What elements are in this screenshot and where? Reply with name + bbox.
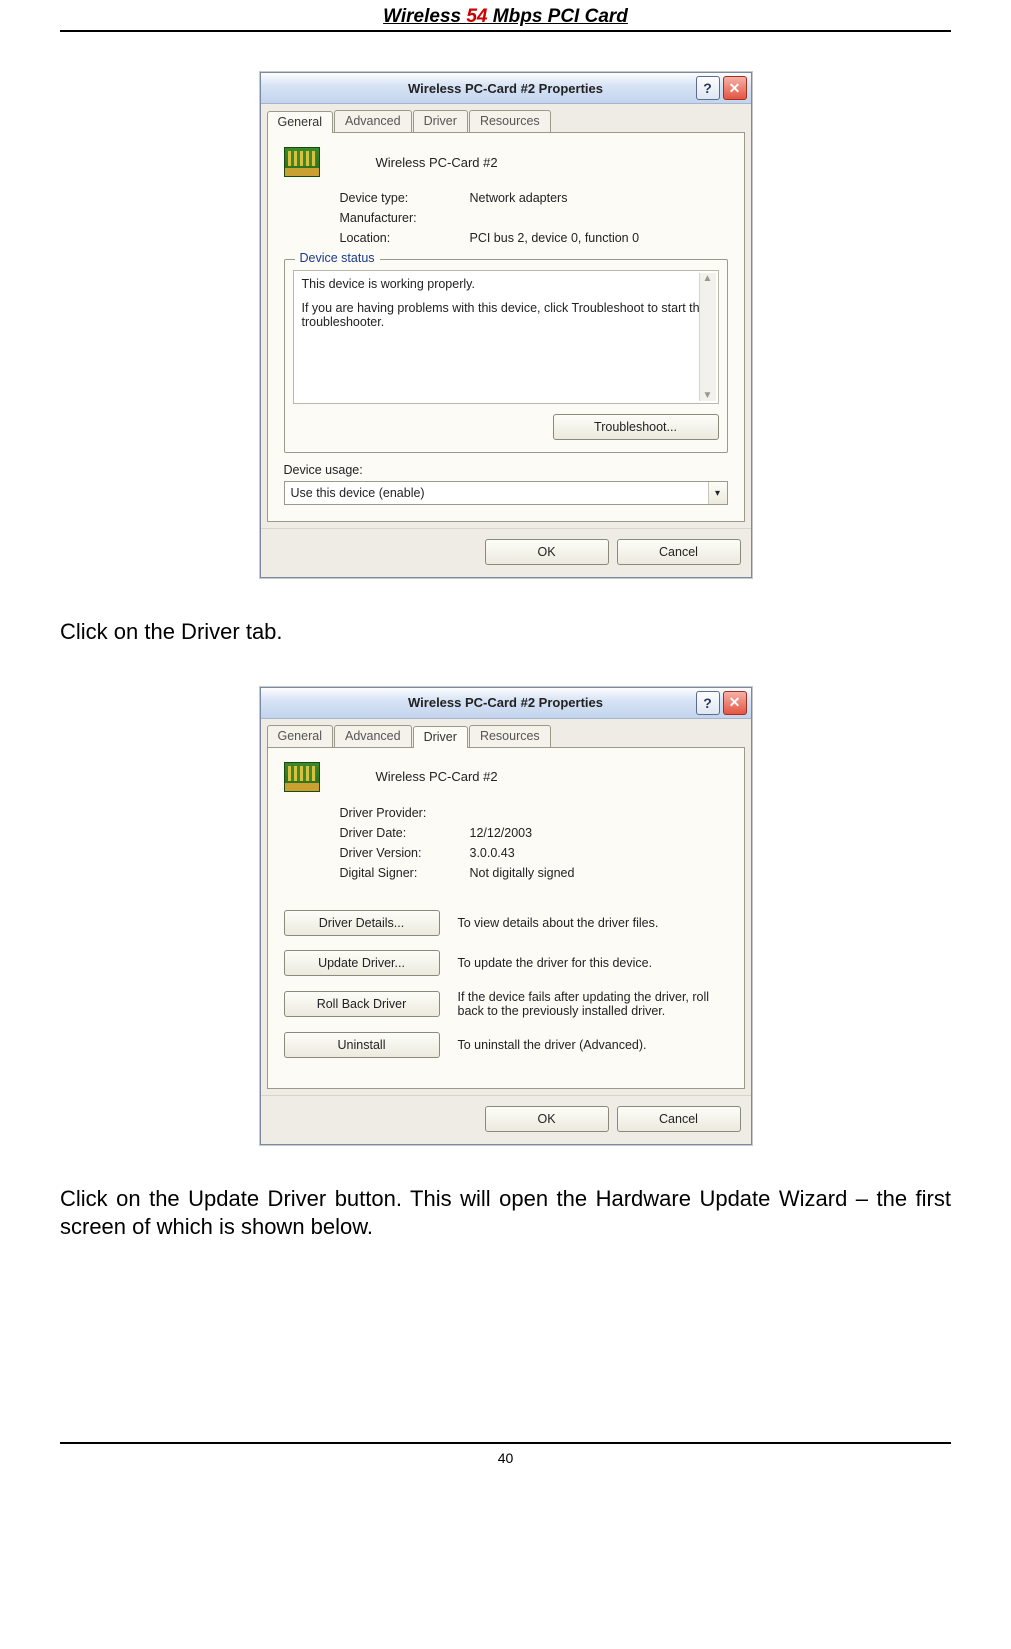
device-usage-value: Use this device (enable) <box>285 486 708 500</box>
page-header: Wireless 54 Mbps PCI Card <box>60 0 951 30</box>
chevron-down-icon: ▾ <box>708 482 727 504</box>
close-button[interactable]: ✕ <box>723 691 747 715</box>
ok-button[interactable]: OK <box>485 539 609 565</box>
tab-advanced[interactable]: Advanced <box>334 110 412 132</box>
cancel-button[interactable]: Cancel <box>617 539 741 565</box>
tab-driver[interactable]: Driver <box>413 110 468 132</box>
device-usage-label: Device usage: <box>284 463 728 477</box>
scrollbar[interactable] <box>699 273 716 401</box>
dialog-footer: OK Cancel <box>261 1095 751 1144</box>
driver-date-value: 12/12/2003 <box>470 826 728 840</box>
roll-back-driver-desc: If the device fails after updating the d… <box>458 990 728 1018</box>
tab-resources[interactable]: Resources <box>469 110 551 132</box>
roll-back-driver-button[interactable]: Roll Back Driver <box>284 991 440 1017</box>
driver-provider-value <box>470 806 728 820</box>
instruction-1: Click on the Driver tab. <box>60 618 951 647</box>
location-value: PCI bus 2, device 0, function 0 <box>470 231 728 245</box>
close-button[interactable]: ✕ <box>723 76 747 100</box>
device-status-text: This device is working properly. If you … <box>293 270 719 404</box>
header-prefix: Wireless <box>383 6 466 27</box>
driver-date-label: Driver Date: <box>340 826 470 840</box>
titlebar: Wireless PC-Card #2 Properties ? ✕ <box>261 73 751 104</box>
status-line-2: If you are having problems with this dev… <box>302 301 710 329</box>
manufacturer-value <box>470 211 728 225</box>
help-button[interactable]: ? <box>696 691 720 715</box>
manufacturer-label: Manufacturer: <box>340 211 470 225</box>
device-status-legend: Device status <box>295 251 380 265</box>
header-suffix: Mbps PCI Card <box>488 6 628 27</box>
device-type-label: Device type: <box>340 191 470 205</box>
status-line-1: This device is working properly. <box>302 277 710 291</box>
dialog-title: Wireless PC-Card #2 Properties <box>261 81 751 96</box>
tab-strip: General Advanced Driver Resources <box>261 104 751 132</box>
header-rule <box>60 30 951 32</box>
properties-dialog-driver: Wireless PC-Card #2 Properties ? ✕ Gener… <box>260 687 752 1145</box>
page-number: 40 <box>60 1450 951 1466</box>
header-accent: 54 <box>466 6 487 27</box>
driver-version-label: Driver Version: <box>340 846 470 860</box>
cancel-button[interactable]: Cancel <box>617 1106 741 1132</box>
driver-provider-label: Driver Provider: <box>340 806 470 820</box>
footer-rule <box>60 1442 951 1444</box>
device-name: Wireless PC-Card #2 <box>336 769 728 784</box>
digital-signer-label: Digital Signer: <box>340 866 470 880</box>
tab-driver[interactable]: Driver <box>413 726 468 748</box>
tab-strip: General Advanced Driver Resources <box>261 719 751 747</box>
network-adapter-icon <box>284 762 320 792</box>
update-driver-desc: To update the driver for this device. <box>458 956 728 970</box>
tab-body-driver: Wireless PC-Card #2 Driver Provider: Dri… <box>267 748 745 1089</box>
driver-details-desc: To view details about the driver files. <box>458 916 728 930</box>
dialog-title: Wireless PC-Card #2 Properties <box>261 695 751 710</box>
driver-version-value: 3.0.0.43 <box>470 846 728 860</box>
device-type-value: Network adapters <box>470 191 728 205</box>
titlebar: Wireless PC-Card #2 Properties ? ✕ <box>261 688 751 719</box>
tab-body-general: Wireless PC-Card #2 Device type:Network … <box>267 133 745 522</box>
help-button[interactable]: ? <box>696 76 720 100</box>
device-status-group: Device status This device is working pro… <box>284 259 728 453</box>
digital-signer-value: Not digitally signed <box>470 866 728 880</box>
network-adapter-icon <box>284 147 320 177</box>
tab-general[interactable]: General <box>267 725 333 747</box>
ok-button[interactable]: OK <box>485 1106 609 1132</box>
tab-advanced[interactable]: Advanced <box>334 725 412 747</box>
tab-resources[interactable]: Resources <box>469 725 551 747</box>
instruction-2: Click on the Update Driver button. This … <box>60 1185 951 1242</box>
uninstall-desc: To uninstall the driver (Advanced). <box>458 1038 728 1052</box>
device-name: Wireless PC-Card #2 <box>336 155 728 170</box>
troubleshoot-button[interactable]: Troubleshoot... <box>553 414 719 440</box>
dialog-footer: OK Cancel <box>261 528 751 577</box>
tab-general[interactable]: General <box>267 111 333 133</box>
update-driver-button[interactable]: Update Driver... <box>284 950 440 976</box>
location-label: Location: <box>340 231 470 245</box>
uninstall-button[interactable]: Uninstall <box>284 1032 440 1058</box>
device-usage-select[interactable]: Use this device (enable) ▾ <box>284 481 728 505</box>
properties-dialog-general: Wireless PC-Card #2 Properties ? ✕ Gener… <box>260 72 752 578</box>
driver-details-button[interactable]: Driver Details... <box>284 910 440 936</box>
